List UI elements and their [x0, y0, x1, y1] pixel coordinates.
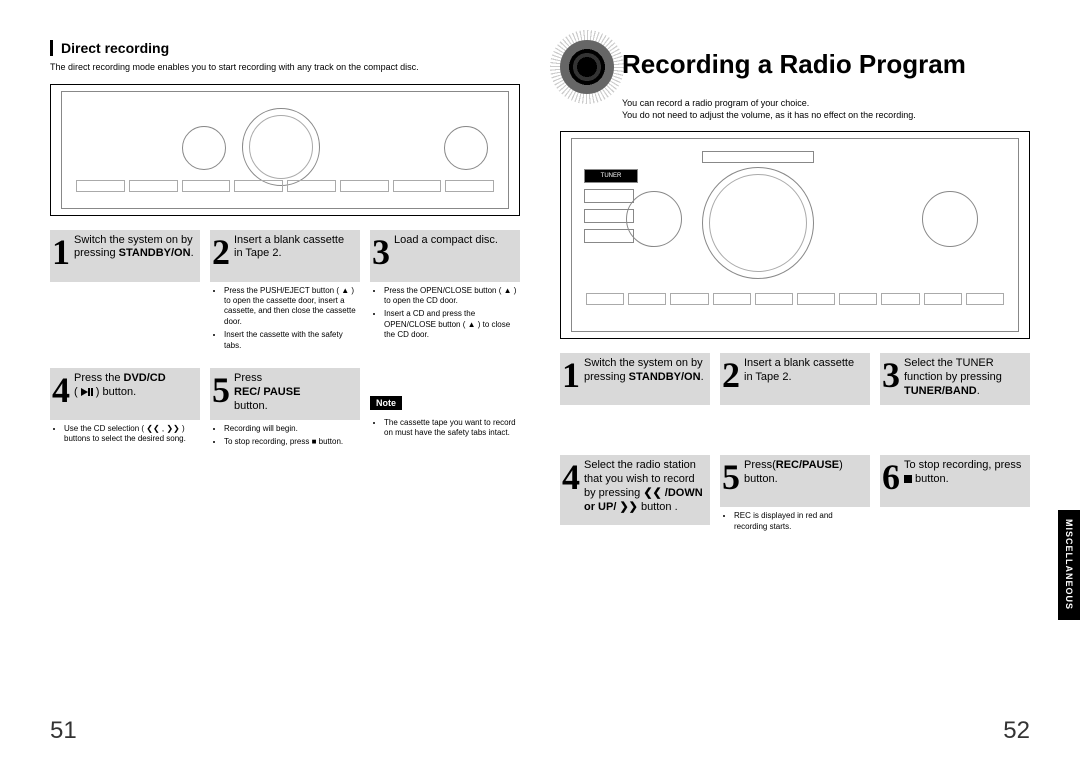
section-heading: Direct recording: [50, 40, 520, 56]
step-text: Load a compact disc.: [394, 234, 498, 248]
step-1: 1 Switch the system on by pressing STAND…: [560, 353, 710, 405]
pause-icon: [88, 388, 90, 396]
step-number: 3: [882, 357, 900, 393]
step-text: To stop recording, press button.: [904, 459, 1024, 487]
step-2: 2 Insert a blank cassette in Tape 2. Pre…: [210, 230, 360, 358]
step-text: Insert a blank cassette in Tape 2.: [234, 234, 354, 262]
play-icon: [81, 388, 88, 396]
step-5: 5 Press(REC/PAUSE) button. REC is displa…: [720, 455, 870, 539]
steps-row-2r: 4 Select the radio station that you wish…: [560, 455, 1030, 539]
page-52: Recording a Radio Program You can record…: [540, 0, 1080, 763]
step-3: 3 Select the TUNER function by pressing …: [880, 353, 1030, 405]
page-title: Recording a Radio Program: [622, 49, 966, 80]
page-number: 51: [50, 717, 77, 745]
step-4: 4 Select the radio station that you wish…: [560, 455, 710, 539]
section-description: The direct recording mode enables you to…: [50, 62, 520, 74]
step-text: Select the TUNER function by pressing TU…: [904, 357, 1024, 398]
step-number: 5: [212, 372, 230, 408]
tuner-label: TUNER: [584, 169, 638, 183]
step-text: Switch the system on by pressing STANDBY…: [74, 234, 194, 262]
step-text: Insert a blank cassette in Tape 2.: [744, 357, 864, 385]
step-text: Press REC/ PAUSEbutton.: [234, 372, 300, 413]
step-6: 6 To stop recording, press button.: [880, 455, 1030, 539]
step-detail: Press the OPEN/CLOSE button ( ▲ ) to ope…: [370, 282, 520, 348]
step-number: 4: [562, 459, 580, 495]
steps-row-2: 4 Press the DVD/CD ( ) button. Use the C…: [50, 368, 520, 455]
step-3: 3 Load a compact disc. Press the OPEN/CL…: [370, 230, 520, 358]
steps-row-1r: 1 Switch the system on by pressing STAND…: [560, 353, 1030, 405]
step-number: 2: [722, 357, 740, 393]
step-text: Select the radio station that you wish t…: [584, 459, 704, 514]
page-number: 52: [1003, 717, 1030, 745]
steps-row-1: 1 Switch the system on by pressing STAND…: [50, 230, 520, 358]
step-1: 1 Switch the system on by pressing STAND…: [50, 230, 200, 358]
intro-text: You can record a radio program of your c…: [622, 98, 1030, 121]
note-label: Note: [370, 396, 402, 410]
step-text: Press the DVD/CD ( ) button.: [74, 372, 166, 400]
step-5: 5 Press REC/ PAUSEbutton. Recording will…: [210, 368, 360, 455]
page-spread: Direct recording The direct recording mo…: [0, 0, 1080, 763]
speaker-icon: [560, 40, 614, 94]
step-4: 4 Press the DVD/CD ( ) button. Use the C…: [50, 368, 200, 455]
title-row: Recording a Radio Program: [560, 40, 1030, 94]
step-number: 6: [882, 459, 900, 495]
step-2: 2 Insert a blank cassette in Tape 2.: [720, 353, 870, 405]
step-number: 2: [212, 234, 230, 270]
step-number: 1: [562, 357, 580, 393]
step-number: 1: [52, 234, 70, 270]
side-tab: MISCELLANEOUS: [1058, 510, 1080, 620]
step-text: Press(REC/PAUSE) button.: [744, 459, 864, 487]
step-detail: Press the PUSH/EJECT button ( ▲ ) to ope…: [210, 282, 360, 358]
step-detail: Recording will begin. To stop recording,…: [210, 420, 360, 455]
device-diagram-left: [50, 84, 520, 216]
stop-icon: [904, 475, 912, 483]
step-number: 5: [722, 459, 740, 495]
page-51: Direct recording The direct recording mo…: [0, 0, 540, 763]
step-text: Switch the system on by pressing STANDBY…: [584, 357, 704, 385]
step-detail: REC is displayed in red and recording st…: [720, 507, 870, 539]
device-diagram-right: TUNER: [560, 131, 1030, 339]
note-block: Note The cassette tape you want to recor…: [370, 368, 520, 455]
step-number: 4: [52, 372, 70, 408]
step-detail: Use the CD selection ( ❮❮ , ❯❯ ) buttons…: [50, 420, 200, 452]
note-text: The cassette tape you want to record on …: [370, 414, 520, 446]
step-number: 3: [372, 234, 390, 270]
